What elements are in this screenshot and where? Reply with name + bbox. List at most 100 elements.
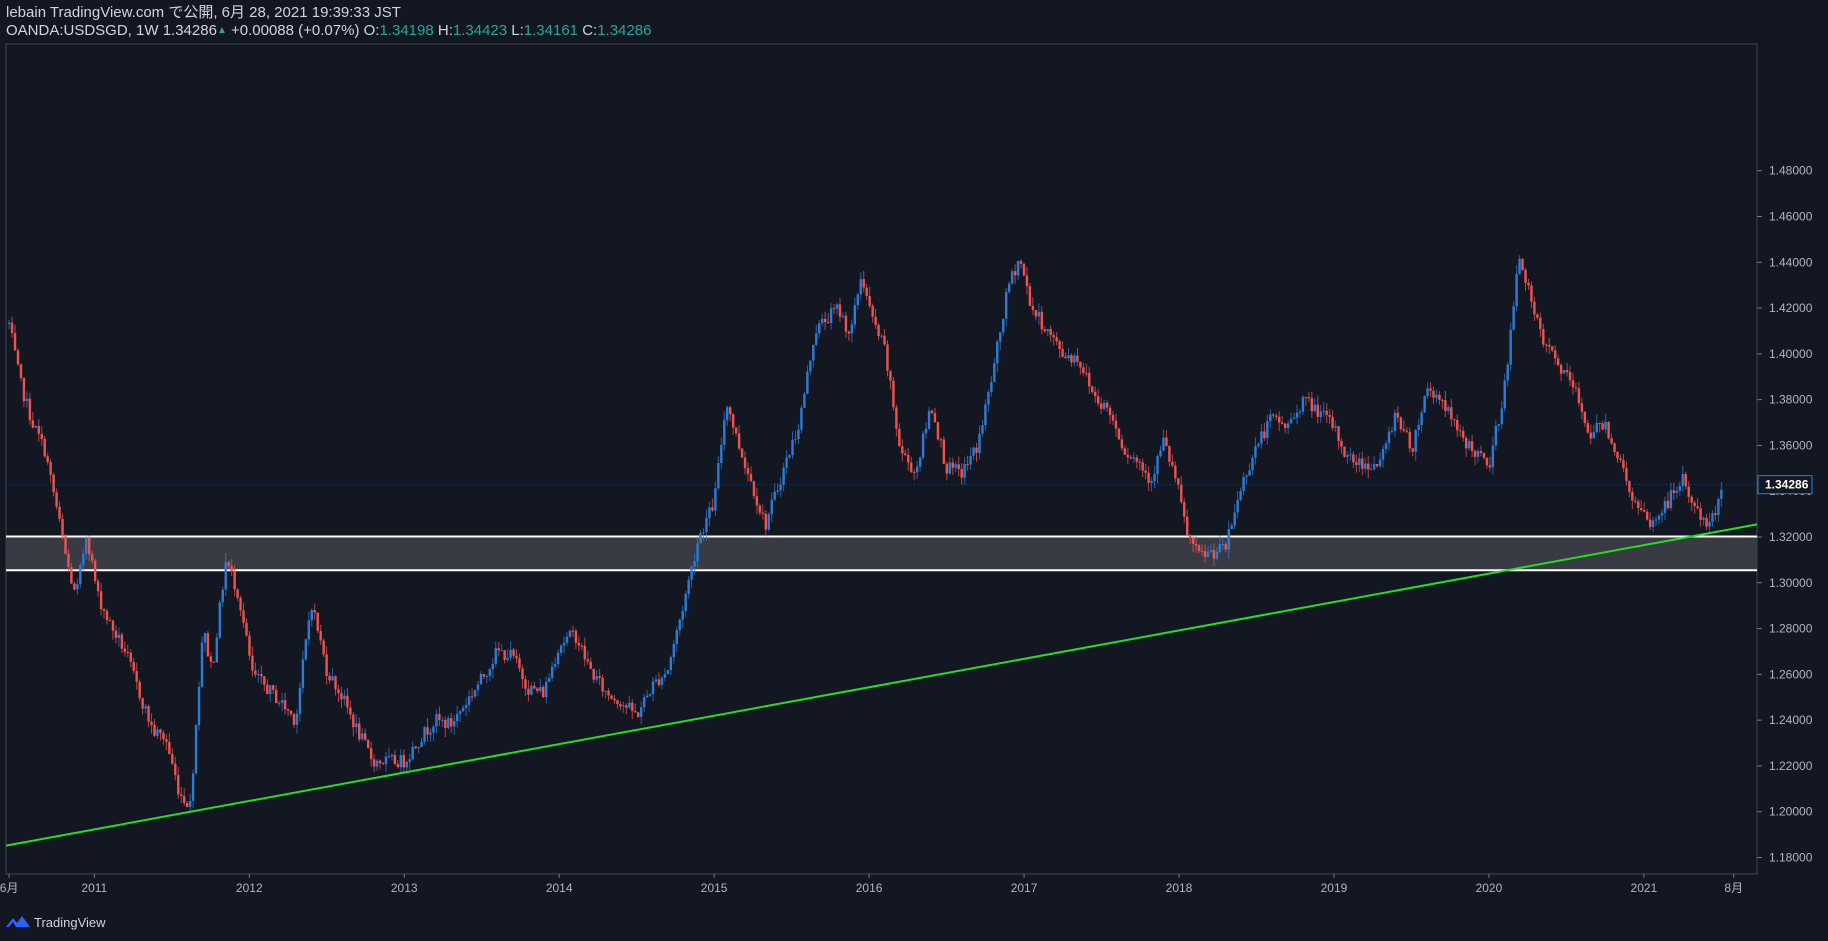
candle-body xyxy=(957,464,960,470)
candle-body xyxy=(325,654,328,676)
candle-body xyxy=(1286,423,1290,429)
candle-body xyxy=(396,764,400,768)
candle-body xyxy=(25,398,29,402)
candle-body xyxy=(1595,422,1598,433)
candle-body xyxy=(304,639,308,660)
candle-body xyxy=(797,429,800,440)
candle-body xyxy=(171,753,174,764)
candle-body xyxy=(856,294,860,306)
candle-body xyxy=(307,620,311,640)
candle-body xyxy=(266,684,269,695)
candle-body xyxy=(1049,329,1052,335)
candle-body xyxy=(767,514,770,530)
candle-body xyxy=(1162,437,1165,451)
candle-body xyxy=(1616,452,1619,459)
price-axis[interactable]: 1.48000 1.46000 1.44000 1.42000 1.40000 1.380… xyxy=(1757,164,1813,865)
trendline-layer[interactable] xyxy=(5,523,1758,847)
candle-body xyxy=(141,698,144,709)
candle-body xyxy=(1168,445,1171,462)
candle-body xyxy=(1509,329,1512,365)
candle-body xyxy=(586,659,589,662)
candle-body xyxy=(1266,421,1269,439)
candle-body xyxy=(990,381,993,393)
candle-body xyxy=(1132,457,1135,459)
candle-body xyxy=(853,305,857,325)
y-tick-label: 1.28000 xyxy=(1769,622,1813,636)
candle-body xyxy=(1085,372,1088,374)
candle-body xyxy=(375,760,379,767)
candle-body xyxy=(76,584,79,590)
candle-body xyxy=(651,681,655,694)
candle-body xyxy=(1384,443,1388,449)
time-axis[interactable]: 6月 2011 2012 2013 2014 2015 2016 2017 2018 2019 20… xyxy=(0,874,1743,895)
candle-body xyxy=(1301,397,1305,412)
candle-body xyxy=(924,428,928,434)
candle-body xyxy=(1144,470,1147,473)
candle-body xyxy=(556,652,560,664)
candle-body xyxy=(1361,458,1364,469)
candle-body xyxy=(877,324,880,337)
candle-body xyxy=(933,413,937,423)
candle-body xyxy=(1393,412,1397,432)
candle-body xyxy=(690,566,693,580)
candle-body xyxy=(298,687,302,714)
candle-body xyxy=(714,488,717,511)
candle-body xyxy=(467,696,471,706)
candle-body xyxy=(88,538,91,555)
candle-body xyxy=(361,733,364,740)
candle-body xyxy=(868,295,871,306)
candle-body xyxy=(613,698,616,701)
candle-body xyxy=(1236,499,1239,513)
candle-body xyxy=(1251,457,1254,471)
candle-body xyxy=(574,630,578,643)
candle-body xyxy=(782,467,785,485)
candle-body xyxy=(461,707,465,712)
candle-body xyxy=(67,553,70,568)
candle-body xyxy=(521,668,524,680)
candle-body xyxy=(346,695,349,708)
candle-body xyxy=(277,702,281,704)
candle-body xyxy=(642,697,646,708)
candle-body xyxy=(34,426,38,428)
candle-body xyxy=(809,360,812,372)
candle-body xyxy=(758,505,762,513)
candle-body xyxy=(518,658,521,669)
candle-body xyxy=(1230,525,1233,530)
candle-body xyxy=(1186,516,1189,535)
candle-body xyxy=(144,706,147,709)
candle-body xyxy=(1019,260,1023,264)
candle-body xyxy=(815,333,818,345)
price-chart[interactable]: 1.48000 1.46000 1.44000 1.42000 1.40000 1.380… xyxy=(0,0,1828,941)
candle-body xyxy=(912,471,916,473)
candle-body xyxy=(1102,402,1106,409)
candle-body xyxy=(82,554,85,565)
candle-body xyxy=(1209,550,1213,552)
candle-body xyxy=(821,318,824,324)
candle-body xyxy=(1539,317,1542,330)
candle-body xyxy=(1340,440,1343,447)
candle-body xyxy=(1369,469,1373,471)
candle-body xyxy=(203,633,207,643)
candle-body xyxy=(580,645,584,647)
candle-body xyxy=(565,636,569,643)
candle-body xyxy=(1420,412,1423,425)
candle-body xyxy=(1292,417,1296,420)
candle-body xyxy=(1565,370,1569,373)
candle-body xyxy=(393,755,397,765)
candle-body xyxy=(1669,490,1673,509)
ascending-trendline[interactable] xyxy=(5,523,1758,847)
candle-body xyxy=(927,410,931,429)
y-tick-label: 1.40000 xyxy=(1769,347,1813,361)
candle-body xyxy=(1159,450,1162,457)
candle-body xyxy=(1464,437,1468,449)
candle-body xyxy=(1533,301,1536,315)
candle-body xyxy=(886,344,889,371)
candle-body xyxy=(1171,461,1174,466)
support-zone[interactable] xyxy=(6,535,1757,572)
candle-body xyxy=(1307,397,1311,399)
candle-body xyxy=(337,689,340,694)
candle-body xyxy=(49,462,52,475)
candle-body xyxy=(1117,428,1121,440)
candle-body xyxy=(212,661,216,663)
candle-body xyxy=(705,517,708,533)
